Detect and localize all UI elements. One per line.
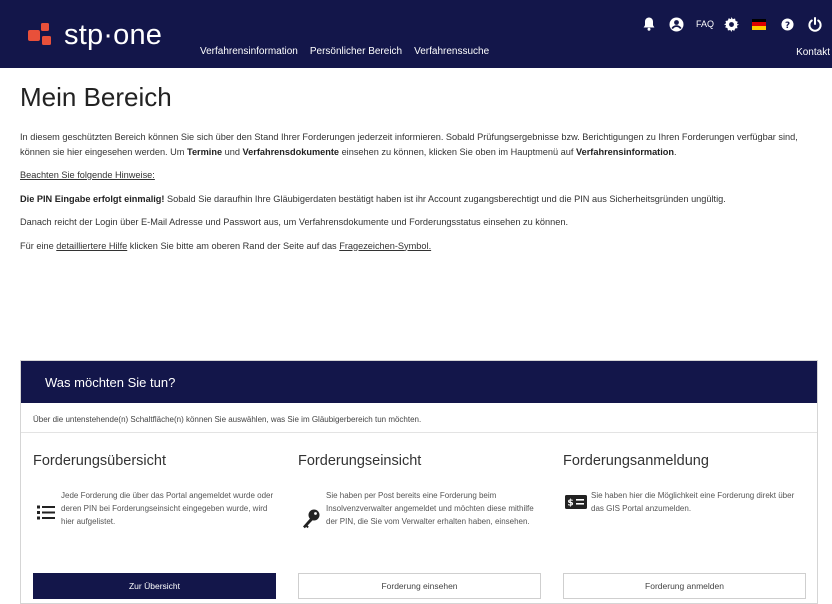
option-title: Forderungsanmeldung (563, 453, 709, 469)
option-forderungseinsicht: Forderungseinsicht Sie haben per Post be… (298, 453, 542, 529)
money-card-icon: $ (563, 489, 589, 515)
termine-label: Termine (187, 146, 223, 157)
actions-card: Was möchten Sie tun? Über die untenstehe… (20, 360, 818, 604)
svg-text:?: ? (784, 20, 789, 30)
power-icon[interactable] (804, 14, 826, 34)
top-icon-bar: FAQ ? (632, 14, 826, 34)
intro-paragraph-help: Für eine detailliertere Hilfe klicken Si… (20, 240, 432, 251)
flag-de-icon[interactable] (752, 18, 766, 30)
option-title: Forderungseinsicht (298, 453, 422, 469)
intro-paragraph-login: Danach reicht der Login über E-Mail Adre… (20, 217, 568, 227)
question-mark-link[interactable]: Fragezeichen-Symbol. (339, 241, 431, 251)
option-forderungsanmeldung: Forderungsanmeldung $ Sie haben hier die… (563, 453, 807, 515)
hint-heading: Beachten Sie folgende Hinweise: (20, 170, 155, 180)
card-subtext: Über die untenstehende(n) Schaltfläche(n… (21, 403, 817, 433)
help-icon[interactable]: ? (776, 14, 798, 34)
option-description: Jede Forderung die über das Portal angem… (61, 491, 274, 526)
nav-persoenlicher-bereich[interactable]: Persönlicher Bereich (310, 46, 402, 57)
zur-uebersicht-button[interactable]: Zur Übersicht (33, 573, 276, 599)
page-title: Mein Bereich (20, 82, 172, 112)
verfahrensinformation-label: Verfahrensinformation (576, 146, 675, 157)
option-description: Sie haben hier die Möglichkeit eine Ford… (591, 491, 795, 513)
kontakt-link[interactable]: Kontakt (796, 47, 830, 58)
main-menu: Verfahrensinformation Persönlicher Berei… (200, 46, 489, 57)
forderung-anmelden-button[interactable]: Forderung anmelden (563, 573, 806, 599)
option-description: Sie haben per Post bereits eine Forderun… (326, 491, 534, 526)
nav-verfahrenssuche[interactable]: Verfahrenssuche (414, 46, 489, 57)
option-title: Forderungsübersicht (33, 453, 166, 469)
intro-paragraph-pin: Die PIN Eingabe erfolgt einmalig! Sobald… (20, 193, 726, 204)
faq-link[interactable]: FAQ (696, 14, 714, 34)
option-forderungsuebersicht: Forderungsübersicht Jede Forderung die ü… (33, 453, 277, 528)
verfahrensdokumente-label: Verfahrensdokumente (242, 146, 340, 157)
user-icon[interactable] (666, 14, 688, 34)
gear-icon[interactable] (720, 14, 742, 34)
svg-text:$: $ (567, 499, 573, 509)
bell-icon[interactable] (638, 14, 660, 34)
logo-mark-icon (28, 23, 51, 45)
stp-one-logo[interactable]: stp·one (28, 20, 162, 50)
forderung-einsehen-button[interactable]: Forderung einsehen (298, 573, 541, 599)
top-navbar: stp·one Verfahrensinformation Persönlich… (0, 0, 832, 68)
nav-verfahrensinformation[interactable]: Verfahrensinformation (200, 46, 298, 57)
logo-text: stp·one (64, 19, 163, 51)
intro-text: In diesem geschützten Bereich können Sie… (20, 130, 820, 262)
card-heading: Was möchten Sie tun? (21, 361, 817, 403)
key-icon (298, 489, 324, 529)
intro-paragraph-1: In diesem geschützten Bereich können Sie… (20, 132, 798, 157)
pin-warning: Die PIN Eingabe erfolgt einmalig! (20, 193, 165, 204)
detailed-help-link[interactable]: detailliertere Hilfe (56, 241, 127, 251)
list-icon (33, 489, 59, 528)
